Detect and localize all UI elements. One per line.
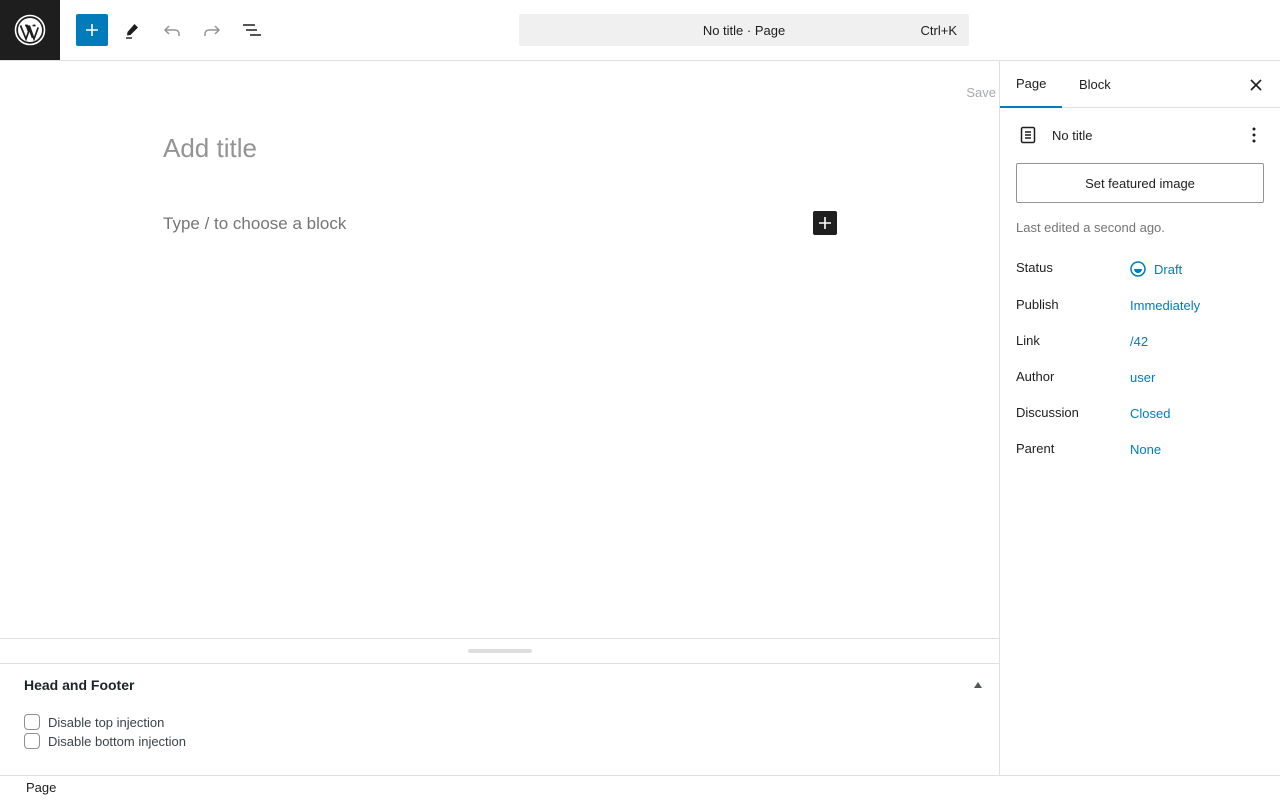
publish-row: Publish Immediately [1016, 297, 1266, 317]
disable-top-injection-option[interactable]: Disable top injection [24, 714, 164, 730]
metabox-title: Head and Footer [24, 677, 135, 693]
link-row: Link /42 [1016, 333, 1266, 353]
tab-page[interactable]: Page [1000, 61, 1063, 108]
plus-icon [86, 24, 98, 36]
tab-block[interactable]: Block [1063, 61, 1127, 108]
status-value: Draft [1154, 261, 1183, 277]
disable-bottom-injection-option[interactable]: Disable bottom injection [24, 733, 186, 749]
page-icon [1020, 126, 1036, 144]
parent-label: Parent [1016, 441, 1055, 456]
link-label: Link [1016, 333, 1040, 348]
add-block-button[interactable] [813, 211, 837, 235]
resize-handle[interactable] [468, 649, 532, 653]
head-footer-metabox: Head and Footer Disable top injection Di… [0, 664, 999, 775]
command-palette-bar[interactable]: No title · Page Ctrl+K [519, 14, 969, 46]
status-row: Status Draft [1016, 260, 1266, 280]
set-featured-image-button[interactable]: Set featured image [1016, 163, 1264, 203]
editor-canvas[interactable]: Save Add title Type / to choose a block [0, 61, 999, 638]
keyboard-shortcut-hint: Ctrl+K [920, 23, 957, 38]
author-value-button[interactable]: user [1130, 370, 1155, 385]
document-title: No title [1052, 127, 1093, 143]
settings-sidebar: Page Block No title Set featured image L… [999, 61, 1280, 775]
author-row: Author user [1016, 369, 1266, 389]
link-value-button[interactable]: /42 [1130, 334, 1148, 349]
last-edited-text: Last edited a second ago. [1016, 220, 1165, 235]
checkbox-label: Disable bottom injection [48, 733, 187, 749]
editor-header: No title · Page Ctrl+K [0, 0, 1280, 61]
draft-status-icon [1130, 261, 1146, 277]
tools-button[interactable] [116, 14, 148, 46]
close-icon [1250, 79, 1262, 91]
document-summary: No title [1016, 123, 1266, 147]
vertical-ellipsis-icon [1252, 127, 1256, 143]
document-bar-title: No title · Page [702, 22, 786, 38]
block-inserter-button[interactable] [76, 14, 108, 46]
status-label: Status [1016, 260, 1053, 275]
disable-top-injection-checkbox[interactable] [24, 714, 40, 730]
publish-value-button[interactable]: Immediately [1130, 298, 1200, 313]
parent-value-button[interactable]: None [1130, 442, 1161, 457]
more-options-button[interactable] [1242, 123, 1266, 147]
document-overview-button[interactable] [236, 14, 268, 46]
close-settings-button[interactable] [1244, 73, 1268, 97]
status-value-button[interactable]: Draft [1130, 261, 1182, 277]
metabox-resize-bar [0, 638, 999, 664]
sidebar-tabs: Page Block [1000, 61, 1280, 108]
breadcrumb-page[interactable]: Page [26, 780, 56, 795]
undo-icon [163, 25, 180, 36]
wordpress-logo-icon[interactable] [0, 0, 60, 60]
checkbox-label: Disable top injection [48, 714, 165, 730]
discussion-row: Discussion Closed [1016, 405, 1266, 425]
plus-icon [819, 217, 831, 229]
disable-bottom-injection-checkbox[interactable] [24, 733, 40, 749]
block-breadcrumb-bar: Page [0, 775, 1280, 800]
post-title-field[interactable]: Add title [163, 133, 257, 164]
redo-button[interactable] [196, 14, 228, 46]
discussion-value-button[interactable]: Closed [1130, 406, 1170, 421]
list-view-icon [243, 24, 261, 36]
publish-label: Publish [1016, 297, 1059, 312]
discussion-label: Discussion [1016, 405, 1079, 420]
save-draft-button[interactable]: Save [966, 85, 996, 100]
redo-icon [204, 25, 221, 36]
pencil-icon [126, 24, 138, 39]
author-label: Author [1016, 369, 1055, 384]
undo-button[interactable] [156, 14, 188, 46]
collapse-arrow-icon[interactable] [974, 682, 982, 688]
parent-row: Parent None [1016, 441, 1266, 461]
default-block-appender[interactable]: Type / to choose a block [163, 214, 346, 234]
